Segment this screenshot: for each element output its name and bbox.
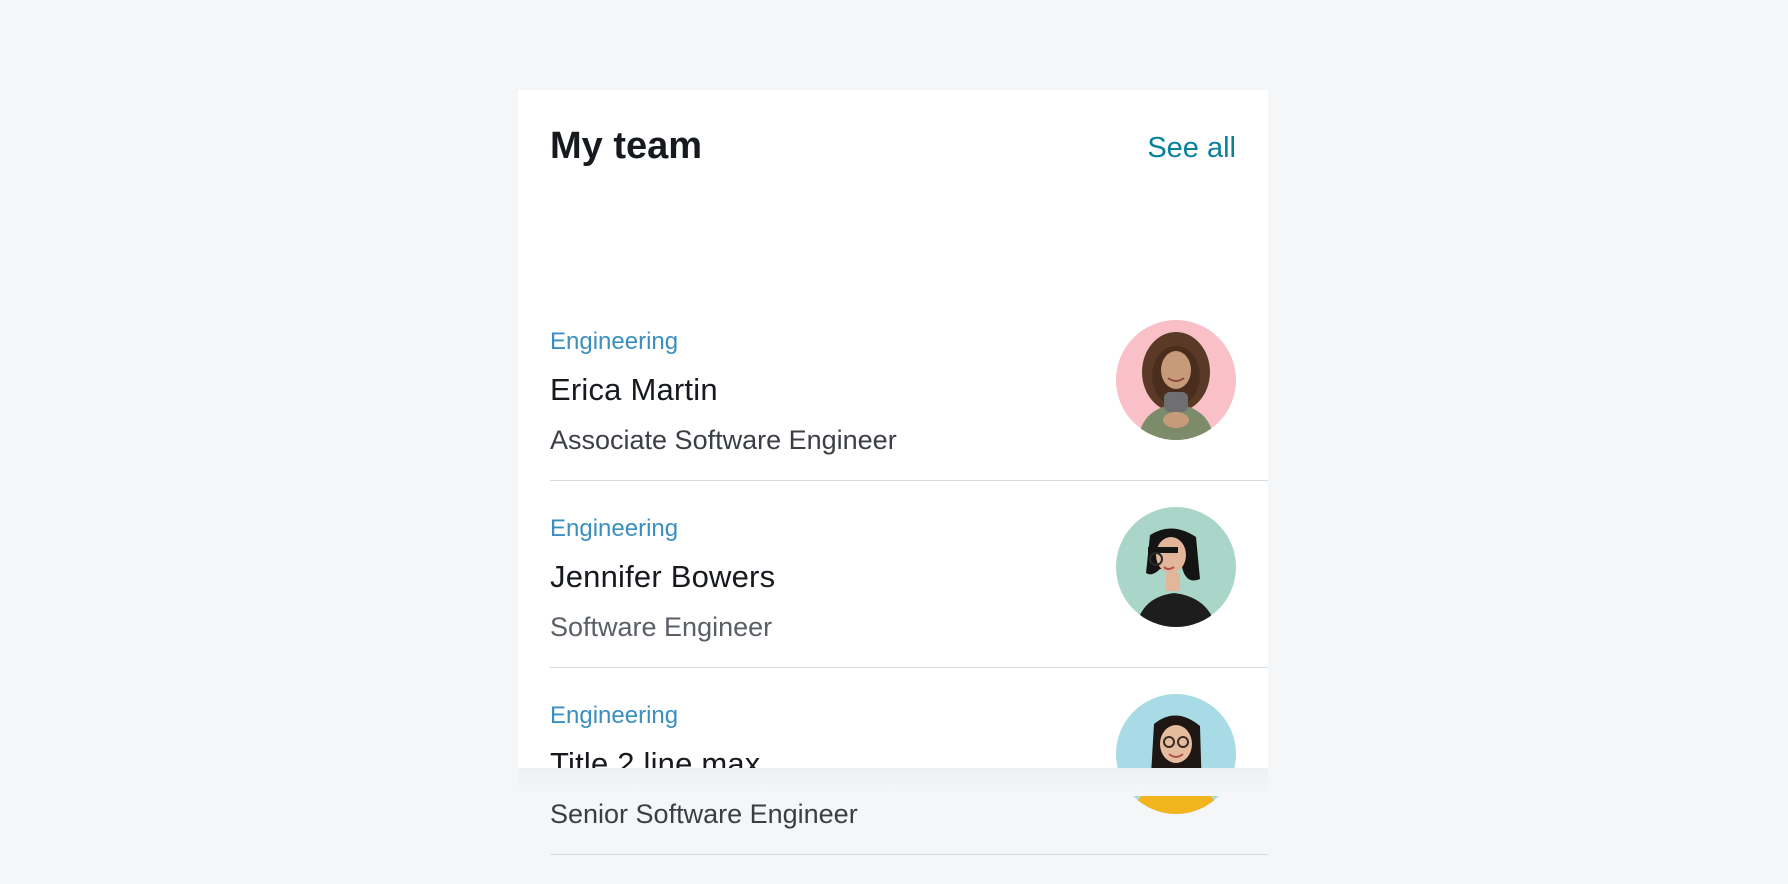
card-bottom-fade — [518, 768, 1268, 796]
member-department: Engineering — [550, 702, 679, 729]
avatar[interactable] — [1116, 507, 1236, 627]
avatar[interactable] — [1116, 320, 1236, 440]
member-department: Engineering — [550, 328, 679, 355]
my-team-card: My team See all Engineering Erica Martin… — [518, 90, 1268, 855]
team-member-row[interactable]: Engineering Jennifer Bowers Software Eng… — [550, 481, 1268, 668]
member-name: Jennifer Bowers — [550, 559, 776, 594]
avatar-photo-erica — [1116, 320, 1236, 440]
member-name: Erica Martin — [550, 372, 718, 407]
team-member-row[interactable]: Engineering Title 2 line max Senior Soft… — [550, 668, 1268, 855]
member-role: Senior Software Engineer — [550, 799, 858, 829]
team-member-text: Engineering Jennifer Bowers Software Eng… — [550, 517, 775, 641]
team-member-text: Engineering Erica Martin Associate Softw… — [550, 330, 897, 454]
avatar[interactable] — [1116, 694, 1236, 814]
avatar-photo-third-member — [1116, 694, 1236, 814]
team-member-row[interactable]: Engineering Erica Martin Associate Softw… — [550, 90, 1268, 481]
member-role: Software Engineer — [550, 612, 773, 642]
team-member-text: Engineering Title 2 line max Senior Soft… — [550, 704, 858, 828]
member-department: Engineering — [550, 515, 679, 542]
member-role: Associate Software Engineer — [550, 425, 897, 455]
avatar-photo-jennifer — [1116, 507, 1236, 627]
